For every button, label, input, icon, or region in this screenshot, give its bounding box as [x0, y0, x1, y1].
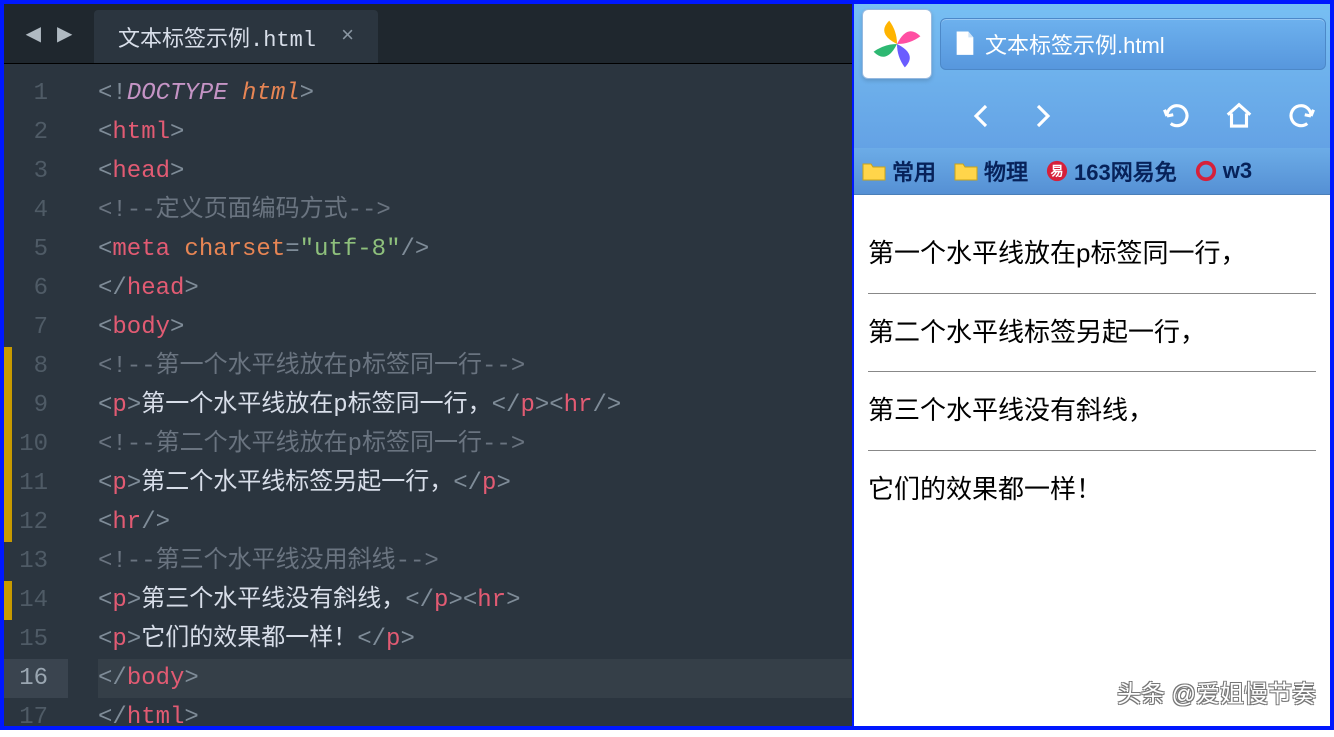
code-line[interactable]: <p>第二个水平线标签另起一行，</p>: [98, 464, 852, 503]
line-number: 3: [4, 152, 68, 191]
line-number: 2: [4, 113, 68, 152]
page-hr: [868, 450, 1316, 451]
code-line[interactable]: <!--第一个水平线放在p标签同一行-->: [98, 347, 852, 386]
line-number: 15: [4, 620, 68, 659]
line-number: 4: [4, 191, 68, 230]
home-button[interactable]: [1210, 92, 1268, 140]
line-number: 11: [4, 464, 68, 503]
line-number: 12: [4, 503, 68, 542]
editor-tabbar: ◀ ▶ 文本标签示例.html ×: [4, 4, 852, 64]
page-hr: [868, 371, 1316, 372]
code-line[interactable]: <!--第三个水平线没用斜线-->: [98, 542, 852, 581]
page-hr: [868, 293, 1316, 294]
bookmark-label: 常用: [892, 155, 936, 187]
page-paragraph: 它们的效果都一样！: [868, 469, 1316, 511]
code-line[interactable]: </html>: [98, 698, 852, 737]
page-paragraph: 第三个水平线没有斜线，: [868, 390, 1316, 432]
bookmark-item[interactable]: 易 163网易免: [1046, 155, 1177, 187]
bookmark-label: 163网易免: [1074, 155, 1177, 187]
close-icon[interactable]: ×: [341, 24, 354, 49]
code-line[interactable]: <meta charset="utf-8"/>: [98, 230, 852, 269]
browser-nav-row: [854, 84, 1330, 148]
code-line[interactable]: <hr/>: [98, 503, 852, 542]
code-area[interactable]: <!DOCTYPE html><html><head> <!--定义页面编码方式…: [68, 64, 852, 726]
editor-tab[interactable]: 文本标签示例.html ×: [94, 10, 378, 63]
bookmark-item[interactable]: 物理: [954, 155, 1028, 187]
chevron-right-icon[interactable]: ▶: [51, 13, 78, 55]
code-line[interactable]: <!--第二个水平线放在p标签同一行-->: [98, 425, 852, 464]
code-line[interactable]: <html>: [98, 113, 852, 152]
rendered-page: 第一个水平线放在p标签同一行， 第二个水平线标签另起一行， 第三个水平线没有斜线…: [854, 195, 1330, 726]
line-number: 10: [4, 425, 68, 464]
browser-chrome: 文本标签示例.html 常用 物理 易 163网易免 w3: [854, 4, 1330, 195]
code-line[interactable]: </head>: [98, 269, 852, 308]
page-paragraph: 第二个水平线标签另起一行，: [868, 312, 1316, 354]
line-number: 14: [4, 581, 68, 620]
page-paragraph: 第一个水平线放在p标签同一行，: [868, 233, 1316, 275]
svg-text:易: 易: [1051, 164, 1064, 179]
code-line[interactable]: </body>: [98, 659, 852, 698]
code-line[interactable]: <p>第一个水平线放在p标签同一行，</p><hr/>: [98, 386, 852, 425]
chevron-left-icon[interactable]: ◀: [20, 13, 47, 55]
bookmark-item[interactable]: 常用: [862, 155, 936, 187]
browser-tab[interactable]: 文本标签示例.html: [940, 18, 1326, 70]
browser-tab-title: 文本标签示例.html: [985, 28, 1165, 60]
reload-button[interactable]: [1148, 92, 1206, 140]
line-number: 8: [4, 347, 68, 386]
editor-tab-title: 文本标签示例.html: [118, 21, 316, 53]
pinwheel-icon: [871, 18, 923, 70]
code-line[interactable]: <head>: [98, 152, 852, 191]
line-number: 17: [4, 698, 68, 737]
line-number: 7: [4, 308, 68, 347]
bookmark-label: 物理: [984, 155, 1028, 187]
browser-logo[interactable]: [862, 9, 932, 79]
line-number: 13: [4, 542, 68, 581]
bookmark-item[interactable]: w3: [1195, 158, 1252, 184]
forward-button[interactable]: [1014, 92, 1072, 140]
code-line[interactable]: <body>: [98, 308, 852, 347]
line-number: 9: [4, 386, 68, 425]
browser-pane: 文本标签示例.html 常用 物理 易 163网易免 w3 第一个水平线放在p标签同一行…: [852, 4, 1330, 726]
code-line[interactable]: <p>它们的效果都一样！</p>: [98, 620, 852, 659]
bookmark-label: w3: [1223, 158, 1252, 184]
code-editor-pane: ◀ ▶ 文本标签示例.html × 1234567891011121314151…: [4, 4, 852, 726]
back-button[interactable]: [952, 92, 1010, 140]
code-line[interactable]: <!DOCTYPE html>: [98, 74, 852, 113]
line-number: 16: [4, 659, 68, 698]
line-gutter: 1234567891011121314151617: [4, 64, 68, 726]
watermark: 头条 @爱姐慢节奏: [1117, 676, 1316, 714]
editor-nav-arrows[interactable]: ◀ ▶: [4, 4, 94, 63]
line-number: 1: [4, 74, 68, 113]
code-line[interactable]: <!--定义页面编码方式-->: [98, 191, 852, 230]
bookmark-bar: 常用 物理 易 163网易免 w3: [854, 148, 1330, 194]
code-line[interactable]: <p>第三个水平线没有斜线，</p><hr>: [98, 581, 852, 620]
file-icon: [955, 31, 975, 57]
line-number: 5: [4, 230, 68, 269]
restore-button[interactable]: [1272, 92, 1330, 140]
line-number: 6: [4, 269, 68, 308]
